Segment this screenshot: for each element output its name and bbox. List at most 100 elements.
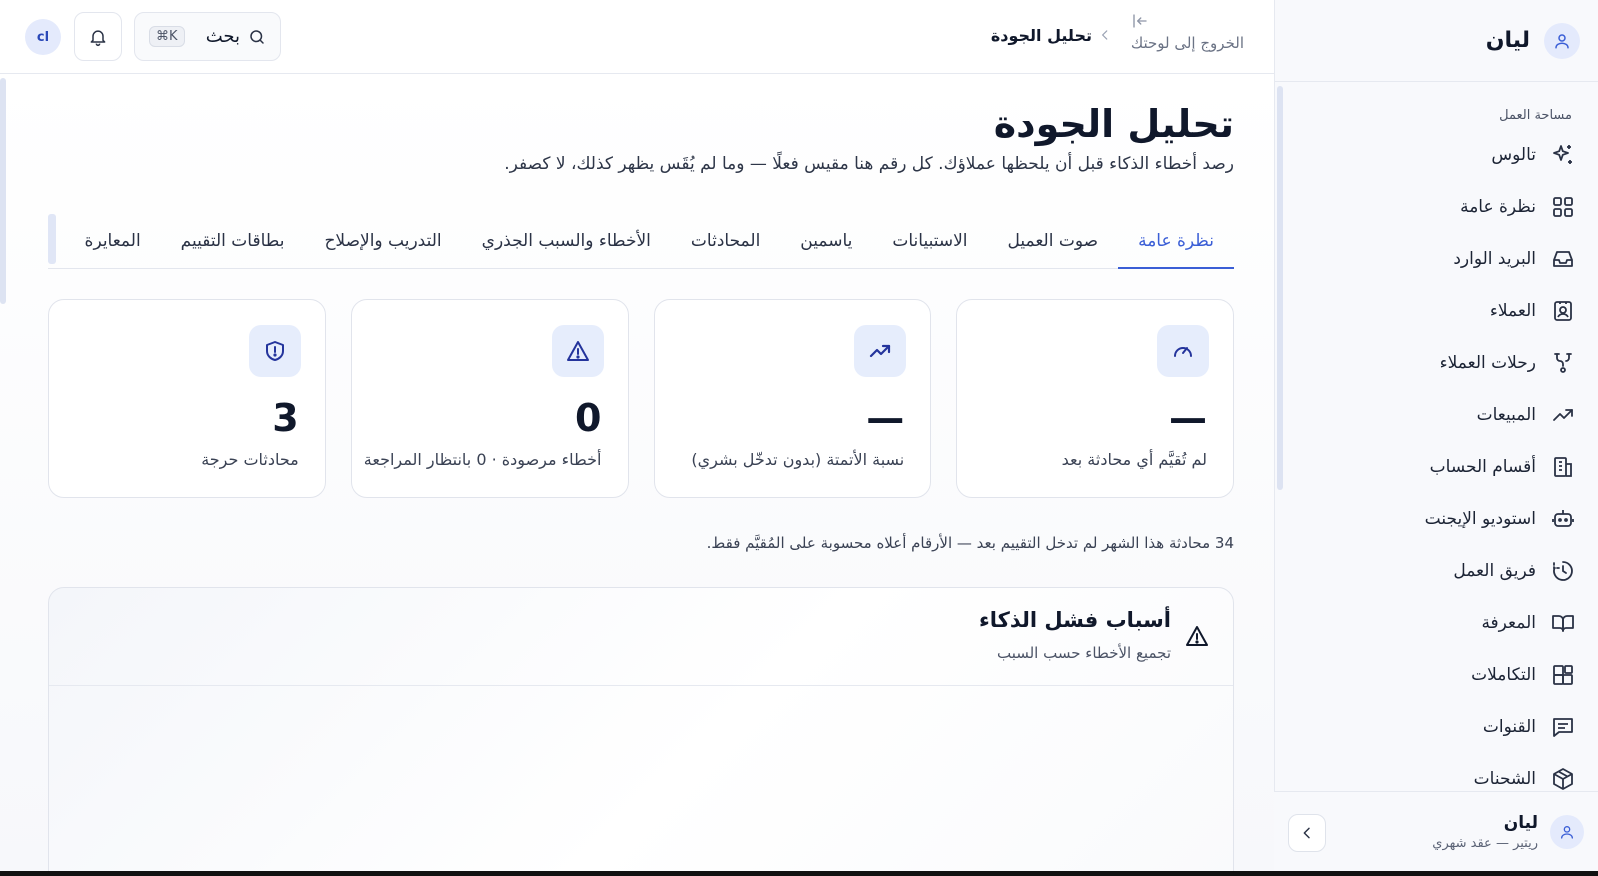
sidebar-item-customers[interactable]: العملاء	[1275, 285, 1598, 337]
sidebar-item-label: استوديو الإيجنت	[1424, 509, 1536, 529]
stat-value: 0	[575, 396, 602, 440]
warning-triangle-icon	[551, 325, 604, 377]
sidebar-item-sales[interactable]: المبيعات	[1275, 389, 1598, 441]
stat-card-automation: — نسبة الأتمتة (بدون تدخّل بشري)	[653, 299, 932, 498]
trend-up-icon	[1550, 402, 1576, 428]
workspace-user-name: ليان	[1485, 28, 1530, 53]
tab-yasmin[interactable]: ياسمين	[780, 214, 872, 268]
tabs-bar: نظرة عامة صوت العميل الاستبيانات ياسمين …	[48, 214, 1234, 269]
sidebar-section-label: مساحة العمل	[1499, 108, 1572, 123]
unevaluated-note: 34 محادثة هذا الشهر لم تدخل التقييم بعد …	[706, 534, 1234, 552]
main-scrollbar[interactable]	[0, 78, 6, 304]
panel-header: أسباب فشل الذكاء تجميع الأخطاء حسب السبب	[49, 588, 1233, 686]
chevron-left-icon	[1299, 825, 1315, 841]
shield-alert-icon	[248, 325, 301, 377]
sidebar-item-label: الشحنات	[1473, 769, 1536, 789]
notifications-button[interactable]	[74, 12, 122, 61]
user-icon	[1553, 32, 1571, 50]
sidebar-item-talos[interactable]: تالوس	[1275, 129, 1598, 181]
stat-value: —	[866, 396, 905, 440]
sidebar-item-label: العملاء	[1489, 301, 1536, 321]
stat-card-errors: 0 أخطاء مرصودة · 0 بانتظار المراجعة	[350, 299, 629, 498]
stat-label: محادثات حرجة	[201, 450, 299, 469]
tab-errors-root-cause[interactable]: الأخطاء والسبب الجذري	[462, 214, 671, 268]
tab-training-fix[interactable]: التدريب والإصلاح	[304, 214, 461, 268]
contact-card-icon	[1550, 298, 1576, 324]
footer-user-name: ليان	[1503, 812, 1538, 833]
ai-failure-reasons-panel: أسباب فشل الذكاء تجميع الأخطاء حسب السبب	[48, 587, 1234, 871]
panel-subtitle: تجميع الأخطاء حسب السبب	[996, 644, 1171, 662]
sidebar-item-label: التكاملات	[1471, 665, 1536, 685]
bell-icon	[88, 27, 108, 47]
history-clock-icon	[1550, 558, 1576, 584]
page-title: تحليل الجودة	[993, 102, 1234, 146]
trend-up-icon	[854, 325, 907, 377]
main-content: تحليل الجودة رصد أخطاء الذكاء قبل أن يلح…	[0, 74, 1274, 871]
footer-user-info: ليان ريتير — عقد شهري	[1432, 813, 1538, 851]
sidebar-item-account-sections[interactable]: أقسام الحساب	[1275, 441, 1598, 493]
sidebar-item-channels[interactable]: القنوات	[1275, 701, 1598, 753]
user-icon	[1559, 824, 1575, 840]
tab-calibration[interactable]: المعايرة	[65, 214, 161, 268]
book-icon	[1550, 610, 1576, 636]
search-button[interactable]: بحث ⌘K	[134, 12, 281, 61]
tab-scorecards[interactable]: بطاقات التقييم	[161, 214, 305, 268]
sidebar-item-team[interactable]: فريق العمل	[1275, 545, 1598, 597]
exit-link-label: الخروج إلى لوحتك	[1130, 34, 1244, 52]
sidebar-item-label: أقسام الحساب	[1429, 457, 1536, 477]
sidebar-item-label: المبيعات	[1476, 405, 1536, 425]
stat-value: —	[1169, 396, 1207, 440]
stats-cards: — لم تُقيَّم أي محادثة بعد — نسبة الأتمت…	[48, 299, 1234, 498]
stat-card-evaluated: — لم تُقيَّم أي محادثة بعد	[956, 299, 1234, 498]
sidebar-item-label: فريق العمل	[1453, 561, 1536, 581]
footer-avatar[interactable]	[1550, 814, 1584, 849]
warning-triangle-icon	[1185, 624, 1209, 648]
sidebar-item-label: القنوات	[1482, 717, 1536, 737]
breadcrumb-current: تحليل الجودة	[990, 26, 1092, 45]
log-out-icon	[1131, 12, 1149, 30]
sidebar-item-label: رحلات العملاء	[1439, 353, 1536, 373]
sidebar-item-overview[interactable]: نظرة عامة	[1275, 181, 1598, 233]
sidebar-scrollbar[interactable]	[1277, 86, 1283, 490]
tab-customer-voice[interactable]: صوت العميل	[988, 214, 1119, 268]
sidebar-item-label: البريد الوارد	[1453, 249, 1536, 269]
sidebar-item-journeys[interactable]: رحلات العملاء	[1275, 337, 1598, 389]
stat-label: أخطاء مرصودة · 0 بانتظار المراجعة	[363, 450, 602, 469]
gauge-icon	[1157, 325, 1209, 377]
sidebar-header: ليان	[1275, 0, 1598, 82]
sidebar-item-integrations[interactable]: التكاملات	[1275, 649, 1598, 701]
sidebar-nav: تالوس نظرة عامة البريد الوارد العملاء رح…	[1275, 129, 1598, 805]
bot-icon	[1550, 506, 1576, 532]
chevron-left-icon	[1098, 28, 1112, 42]
tab-conversations[interactable]: المحادثات	[671, 214, 780, 268]
user-menu-avatar[interactable]: cl	[25, 19, 61, 55]
exit-to-dashboard-link[interactable]: الخروج إلى لوحتك	[1131, 12, 1244, 52]
sidebar-item-label: نظرة عامة	[1460, 197, 1536, 217]
sidebar-footer: ليان ريتير — عقد شهري	[1274, 791, 1598, 871]
stat-card-critical: 3 محادثات حرجة	[48, 299, 326, 498]
search-icon	[248, 28, 266, 46]
blocks-icon	[1550, 662, 1576, 688]
tabs-scrollbar[interactable]	[48, 214, 56, 264]
search-label: بحث	[205, 26, 240, 47]
sidebar: ليان مساحة العمل تالوس نظرة عامة البريد …	[1274, 0, 1598, 871]
stat-label: نسبة الأتمتة (بدون تدخّل بشري)	[691, 450, 905, 469]
panel-title: أسباب فشل الذكاء	[979, 608, 1171, 632]
tab-surveys[interactable]: الاستبيانات	[872, 214, 987, 268]
sidebar-item-label: المعرفة	[1481, 613, 1536, 633]
message-square-icon	[1550, 714, 1576, 740]
grid-icon	[1550, 194, 1576, 220]
sidebar-item-agent-studio[interactable]: استوديو الإيجنت	[1275, 493, 1598, 545]
stat-value: 3	[272, 396, 299, 440]
sidebar-item-label: تالوس	[1491, 145, 1536, 165]
user-avatar[interactable]	[1544, 22, 1580, 59]
stat-label: لم تُقيَّم أي محادثة بعد	[1061, 450, 1207, 469]
sparkles-icon	[1550, 142, 1576, 168]
sidebar-collapse-button[interactable]	[1288, 814, 1326, 852]
sidebar-item-knowledge[interactable]: المعرفة	[1275, 597, 1598, 649]
route-icon	[1550, 350, 1576, 376]
building-icon	[1550, 454, 1576, 480]
tab-overview[interactable]: نظرة عامة	[1118, 214, 1234, 269]
inbox-icon	[1550, 246, 1576, 272]
sidebar-item-inbox[interactable]: البريد الوارد	[1275, 233, 1598, 285]
